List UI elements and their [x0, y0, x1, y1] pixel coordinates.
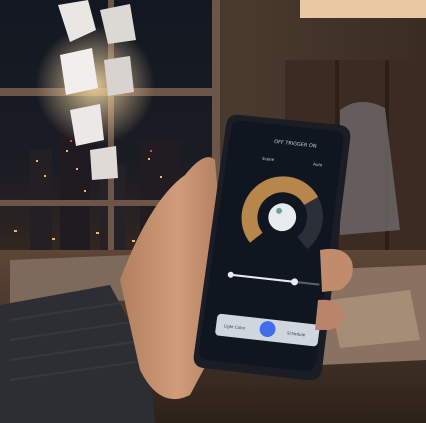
tab-auto[interactable]: Auto [313, 161, 323, 167]
ceiling-light-strip [300, 0, 426, 18]
photo: OFF TRIGGER ON Scene Auto Light Color Sc… [0, 0, 426, 423]
